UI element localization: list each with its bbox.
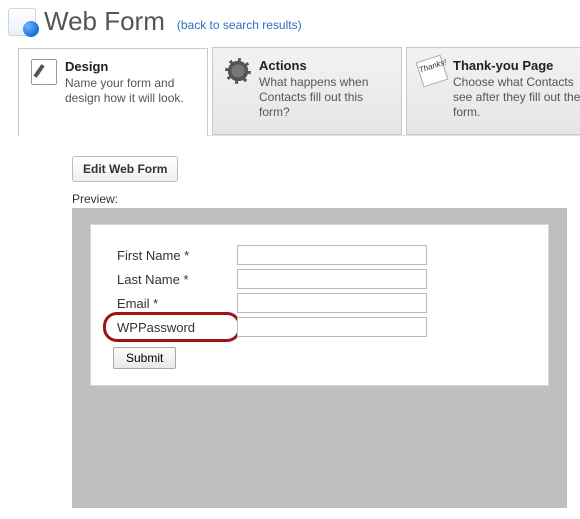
tab-actions[interactable]: Actions What happens when Contacts fill … xyxy=(212,47,402,135)
submit-button[interactable]: Submit xyxy=(113,347,176,369)
content-area: Edit Web Form Preview: First Name * Last… xyxy=(0,136,580,508)
tab-design-desc: Name your form and design how it will lo… xyxy=(65,76,195,106)
wppassword-input[interactable] xyxy=(237,317,427,337)
table-row: Email * xyxy=(113,291,526,315)
tab-thankyou-title: Thank-you Page xyxy=(453,58,580,73)
tab-design[interactable]: Design Name your form and design how it … xyxy=(18,48,208,136)
tab-strip: Design Name your form and design how it … xyxy=(18,47,580,136)
tab-thankyou-desc: Choose what Contacts see after they fill… xyxy=(453,75,580,120)
field-label-first-name: First Name * xyxy=(113,243,233,267)
field-label-last-name: Last Name * xyxy=(113,267,233,291)
tab-design-title: Design xyxy=(65,59,195,74)
tab-thankyou[interactable]: Thanks! Thank-you Page Choose what Conta… xyxy=(406,47,580,135)
form-card: First Name * Last Name * Email * WPPassw… xyxy=(90,224,549,386)
first-name-input[interactable] xyxy=(237,245,427,265)
webform-icon xyxy=(8,8,36,36)
back-to-search-link[interactable]: (back to search results) xyxy=(177,18,302,32)
tab-actions-desc: What happens when Contacts fill out this… xyxy=(259,75,389,120)
email-input[interactable] xyxy=(237,293,427,313)
thanks-icon: Thanks! xyxy=(416,55,449,88)
page-title: Web Form xyxy=(44,6,165,37)
form-table: First Name * Last Name * Email * WPPassw… xyxy=(113,243,526,339)
last-name-input[interactable] xyxy=(237,269,427,289)
edit-web-form-button[interactable]: Edit Web Form xyxy=(72,156,178,182)
table-row: WPPassword xyxy=(113,315,526,339)
preview-label: Preview: xyxy=(72,192,580,206)
preview-area: First Name * Last Name * Email * WPPassw… xyxy=(72,208,567,508)
pencil-icon xyxy=(31,59,57,85)
page-header: Web Form (back to search results) xyxy=(0,0,580,47)
table-row: First Name * xyxy=(113,243,526,267)
table-row: Last Name * xyxy=(113,267,526,291)
field-label-wppassword: WPPassword xyxy=(117,320,195,335)
gear-icon xyxy=(225,58,251,84)
field-label-email: Email * xyxy=(113,291,233,315)
tab-actions-title: Actions xyxy=(259,58,389,73)
